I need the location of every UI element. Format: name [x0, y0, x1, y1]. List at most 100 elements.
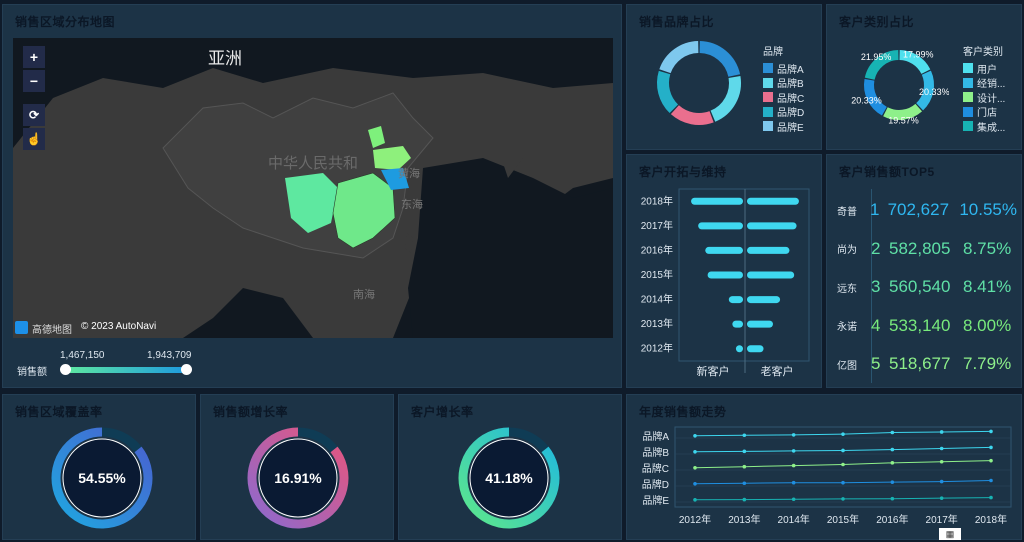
- top5-row[interactable]: 永诺 4 533,140 8.00%: [837, 307, 1017, 346]
- customer-dev-chart[interactable]: 2018年 2017年 2016年 2015年 2014年 2013年 2012年新客户 老客…: [627, 183, 821, 383]
- range-slider-track[interactable]: [65, 367, 187, 373]
- legend-item-5[interactable]: 品牌E: [763, 119, 804, 134]
- map-attribution-copyright: © 2023 AutoNavi: [81, 321, 157, 332]
- top5-row[interactable]: 远东 3 560,540 8.41%: [837, 268, 1017, 307]
- trend-point[interactable]: [939, 459, 944, 464]
- top5-row[interactable]: 尚为 2 582,805 8.75%: [837, 230, 1017, 269]
- legend-label: 品牌E: [777, 122, 804, 134]
- trend-point[interactable]: [791, 463, 796, 468]
- old-customer-bar[interactable]: [747, 197, 799, 205]
- trend-point[interactable]: [989, 445, 993, 450]
- trend-point[interactable]: [791, 497, 796, 502]
- trend-point[interactable]: [939, 446, 944, 451]
- new-customer-bar[interactable]: [691, 197, 743, 205]
- trend-point[interactable]: [989, 458, 993, 463]
- new-customer-bar[interactable]: [735, 345, 743, 353]
- trend-point[interactable]: [791, 480, 796, 485]
- legend-item-3[interactable]: 品牌C: [763, 90, 804, 105]
- top5-row[interactable]: 奇普 1 702,627 10.55%: [837, 191, 1017, 230]
- map-label-east-sea: 东海: [401, 199, 423, 211]
- trend-point[interactable]: [841, 497, 845, 501]
- trend-point[interactable]: [791, 449, 796, 453]
- trend-point[interactable]: [693, 466, 697, 470]
- map-svg: [13, 68, 613, 338]
- hand-pointer-icon[interactable]: ☝: [23, 128, 45, 150]
- rotate-icon[interactable]: ⟳: [23, 104, 45, 126]
- donut-segment-4[interactable]: [657, 70, 679, 114]
- legend-item-2[interactable]: 品牌B: [763, 76, 804, 90]
- legend-item-1[interactable]: 用户: [963, 61, 1005, 76]
- range-handle-min[interactable]: [60, 364, 71, 375]
- legend-item-3[interactable]: 设计...: [963, 90, 1005, 105]
- trend-point[interactable]: [841, 432, 845, 436]
- top5-rank: 4: [871, 315, 881, 335]
- trend-point[interactable]: [890, 496, 895, 501]
- zoom-in-button[interactable]: +: [23, 46, 45, 68]
- old-customer-bar[interactable]: [747, 222, 797, 230]
- trend-point[interactable]: [989, 495, 993, 500]
- trend-chart[interactable]: 品牌A 品牌B 品牌C 品牌D 品牌E 2012年 2013年 2014年 2015年 2016年…: [631, 423, 1021, 539]
- customer-type-donut-chart[interactable]: 17.99% 20.33% 19.57% 20.33% 21.95%: [849, 35, 949, 135]
- trend-point[interactable]: [890, 447, 895, 452]
- trend-point[interactable]: [742, 464, 747, 469]
- old-customer-bar[interactable]: [747, 246, 790, 254]
- trend-point[interactable]: [742, 433, 747, 438]
- trend-x-label: 2017年: [926, 513, 958, 526]
- trend-series-label: 品牌C: [642, 462, 669, 475]
- trend-point[interactable]: [841, 480, 845, 485]
- top5-rank: 3: [871, 277, 881, 297]
- top5-rank: 5: [871, 354, 881, 374]
- new-customer-axis-label: 新客户: [697, 364, 730, 378]
- range-handle-max[interactable]: [181, 364, 192, 375]
- trend-point[interactable]: [890, 461, 895, 465]
- trend-panel: 年度销售额走势 品牌A 品牌B 品牌C 品牌D 品牌E 2012年 2013年 2014年 20…: [626, 394, 1022, 540]
- old-customer-bar[interactable]: [747, 320, 773, 328]
- grid-icon[interactable]: ▦: [939, 528, 961, 540]
- top5-name: 尚为: [837, 245, 857, 257]
- gauge-title-1: 销售区域覆盖率: [15, 405, 103, 419]
- brand-donut-chart[interactable]: [649, 33, 749, 133]
- trend-point[interactable]: [693, 482, 697, 486]
- zoom-out-button[interactable]: −: [23, 70, 45, 92]
- trend-point[interactable]: [939, 479, 944, 484]
- donut-segment-3[interactable]: [883, 103, 923, 120]
- trend-point[interactable]: [989, 429, 993, 434]
- trend-point[interactable]: [742, 481, 747, 486]
- trend-point[interactable]: [841, 448, 845, 453]
- trend-point[interactable]: [939, 430, 944, 434]
- top5-name: 永诺: [837, 322, 857, 334]
- legend-item-4[interactable]: 品牌D: [763, 105, 804, 119]
- trend-point[interactable]: [890, 480, 895, 484]
- new-customer-bar[interactable]: [707, 271, 743, 279]
- trend-point[interactable]: [693, 434, 697, 438]
- old-customer-bar[interactable]: [747, 345, 764, 353]
- donut-segment-3[interactable]: [670, 105, 714, 125]
- legend-swatch: [963, 77, 973, 88]
- trend-point[interactable]: [841, 462, 845, 467]
- trend-point[interactable]: [939, 496, 944, 500]
- donut-segment-5[interactable]: [659, 41, 699, 74]
- legend-item-1[interactable]: 品牌A: [763, 61, 804, 76]
- trend-point[interactable]: [890, 430, 895, 435]
- new-customer-bar[interactable]: [698, 222, 743, 230]
- brand-share-title: 销售品牌占比: [639, 15, 715, 29]
- map-canvas[interactable]: 亚洲 中华人民共和 黄海 东海 南海 + − ⟳ ☝ 高德地图 © 2023 A…: [13, 38, 613, 338]
- trend-point[interactable]: [791, 433, 796, 437]
- old-customer-bar[interactable]: [747, 271, 795, 279]
- customer-type-title: 客户类别占比: [839, 15, 915, 29]
- trend-point[interactable]: [742, 497, 747, 502]
- new-customer-bar[interactable]: [732, 320, 743, 328]
- legend-item-2[interactable]: 经销...: [963, 76, 1005, 90]
- donut-segment-1[interactable]: [699, 41, 741, 78]
- new-customer-bar[interactable]: [728, 296, 743, 304]
- trend-point[interactable]: [693, 498, 697, 502]
- legend-item-5[interactable]: 集成...: [963, 119, 1005, 134]
- trend-point[interactable]: [742, 449, 747, 454]
- trend-point[interactable]: [989, 478, 993, 483]
- old-customer-bar[interactable]: [747, 296, 781, 304]
- new-customer-bar[interactable]: [705, 246, 743, 254]
- trend-point[interactable]: [693, 450, 697, 454]
- top5-row[interactable]: 亿图 5 518,677 7.79%: [837, 345, 1017, 384]
- donut-segment-2[interactable]: [710, 75, 741, 122]
- legend-item-4[interactable]: 门店: [963, 105, 1005, 119]
